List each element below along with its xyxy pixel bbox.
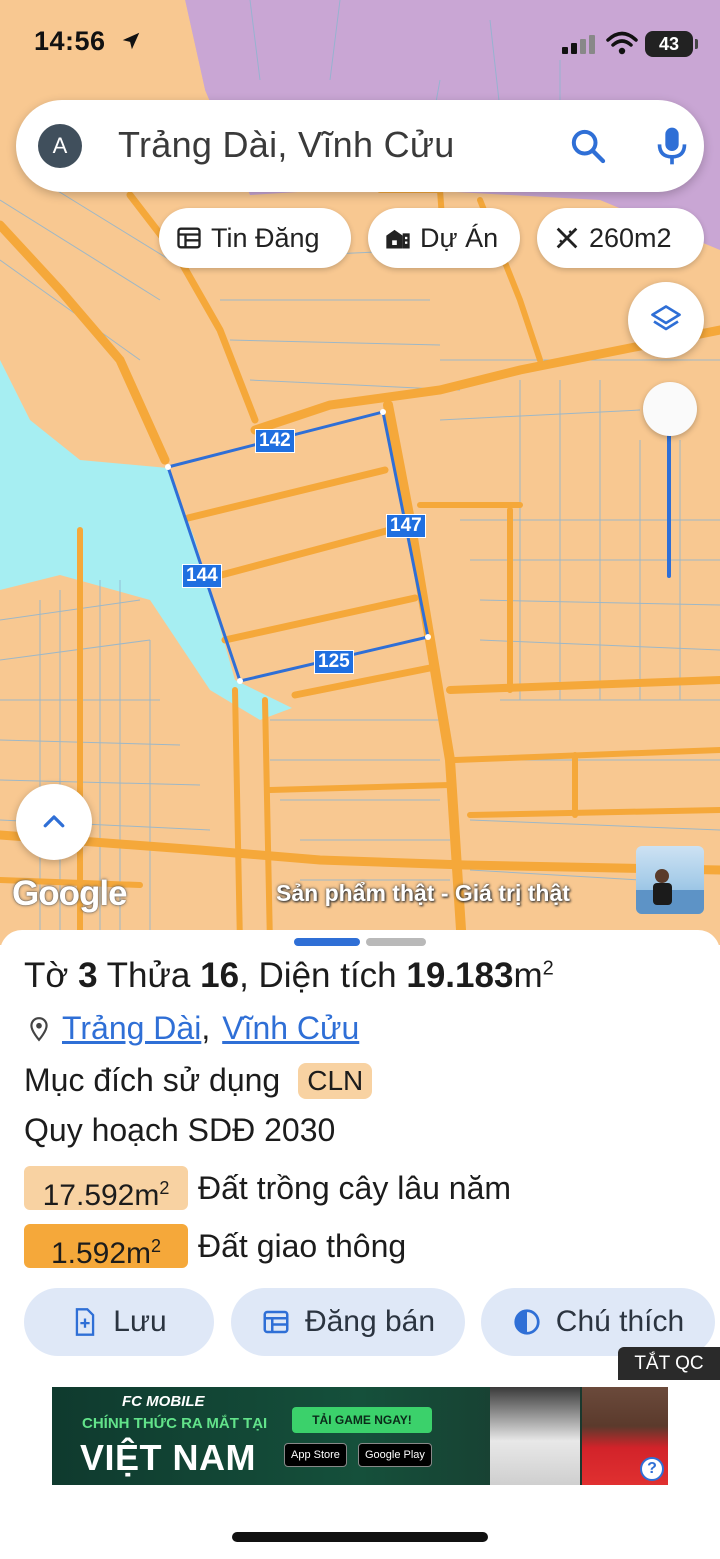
area-value: 19.183 <box>406 956 514 995</box>
ad-title: VIỆT NAM <box>80 1437 257 1478</box>
chip-projects[interactable]: Dự Án <box>368 208 520 268</box>
project-icon <box>386 229 410 249</box>
status-time: 14:56 <box>34 26 106 56</box>
zone-area-badge: 17.592m2 <box>24 1166 188 1212</box>
person-photo-icon <box>636 869 704 914</box>
google-play-badge[interactable]: Google Play <box>358 1443 432 1467</box>
zone-label: Đất giao thông <box>198 1227 407 1264</box>
listing-icon <box>263 1310 289 1334</box>
ad-player-image <box>490 1387 580 1485</box>
layers-icon <box>651 305 681 331</box>
post-for-sale-button[interactable]: Đăng bán <box>231 1288 465 1356</box>
add-file-icon <box>76 1308 95 1336</box>
close-ad-button[interactable]: TẮT QC <box>618 1347 720 1380</box>
listing-icon <box>177 227 201 249</box>
purpose-label: Mục đích sử dụng <box>24 1062 281 1098</box>
location-separator: , <box>201 1010 211 1046</box>
ad-brand: FC MOBILE <box>122 1393 205 1410</box>
legend-button-label: Chú thích <box>555 1305 685 1338</box>
ad-headline: CHÍNH THỨC RA MẮT TẠI <box>82 1415 268 1432</box>
measure-icon <box>556 227 578 249</box>
app-store-badge[interactable]: App Store <box>284 1443 347 1467</box>
plot-number: 16 <box>200 956 240 995</box>
zone-area-badge: 1.592m2 <box>24 1224 188 1270</box>
home-indicator[interactable] <box>232 1532 488 1542</box>
land-use-purpose: Mục đích sử dụng CLN <box>24 1062 373 1099</box>
area-prefix: , Diện tích <box>239 956 397 995</box>
edge-length-right: 147 <box>386 514 426 538</box>
chip-measure-label: 260m2 <box>589 222 672 253</box>
cellular-signal-icon <box>562 35 595 54</box>
search-button[interactable] <box>568 126 608 166</box>
district-link[interactable]: Vĩnh Cửu <box>222 1010 359 1047</box>
save-button-label: Lưu <box>113 1305 167 1338</box>
legend-button[interactable]: Chú thích <box>481 1288 715 1356</box>
ad-info-icon[interactable]: ? <box>640 1457 664 1481</box>
ad-banner[interactable]: FC MOBILE CHÍNH THỨC RA MẮT TẠI VIỆT NAM… <box>52 1387 668 1485</box>
parcel-location: Trảng Dài, Vĩnh Cửu <box>26 1010 359 1047</box>
microphone-icon <box>657 127 687 165</box>
chip-listings[interactable]: Tin Đăng <box>159 208 351 268</box>
layers-button[interactable] <box>628 282 704 358</box>
sheet-prefix: Tờ <box>24 956 69 995</box>
post-for-sale-label: Đăng bán <box>304 1305 436 1338</box>
edge-length-top: 142 <box>255 429 295 453</box>
battery-indicator: 43 <box>645 31 698 57</box>
chip-listings-label: Tin Đăng <box>211 222 320 253</box>
zone-row-perennial: 17.592m2 Đất trồng cây lâu năm <box>24 1166 512 1212</box>
zone-label: Đất trồng cây lâu năm <box>198 1169 512 1206</box>
area-unit: m <box>513 956 543 995</box>
area-unit-sup: 2 <box>542 957 554 980</box>
location-arrow-icon <box>122 32 140 50</box>
zone-area-value: 1.592m <box>50 1237 152 1270</box>
chevron-up-icon <box>43 815 65 828</box>
zone-area-sup: 2 <box>159 1178 170 1198</box>
chip-measure[interactable]: 260m2 <box>537 208 704 268</box>
zoom-slider-knob[interactable] <box>643 382 697 436</box>
edge-length-left: 144 <box>182 564 222 588</box>
zone-area-sup: 2 <box>151 1236 162 1256</box>
plot-prefix: Thửa <box>106 956 191 995</box>
expand-sheet-button[interactable] <box>16 784 92 860</box>
wifi-icon <box>606 31 638 55</box>
save-button[interactable]: Lưu <box>24 1288 214 1356</box>
search-query[interactable]: Trảng Dài, Vĩnh Cửu <box>118 124 455 166</box>
zone-row-traffic: 1.592m2 Đất giao thông <box>24 1224 407 1270</box>
search-icon <box>571 129 606 164</box>
contrast-icon <box>514 1309 540 1335</box>
sheet-page-indicator[interactable] <box>366 938 426 946</box>
google-logo: Google <box>12 874 128 913</box>
voice-search-button[interactable] <box>652 124 692 168</box>
parcel-title: Tờ 3 Thửa 16, Diện tích 19.183m2 <box>24 956 554 996</box>
edge-length-bottom: 125 <box>314 650 354 674</box>
land-use-plan-label: Quy hoạch SDĐ 2030 <box>24 1112 336 1148</box>
sheet-page-indicator-active[interactable] <box>294 938 360 946</box>
ward-link[interactable]: Trảng Dài <box>62 1010 201 1047</box>
ad-cta-button[interactable]: TẢI GAME NGAY! <box>292 1407 432 1433</box>
avatar[interactable]: A <box>38 124 82 168</box>
chip-projects-label: Dự Án <box>420 222 499 253</box>
status-bar: 14:56 43 <box>0 0 720 90</box>
purpose-code-badge: CLN <box>298 1062 373 1099</box>
search-bar[interactable]: A Trảng Dài, Vĩnh Cửu <box>16 100 704 192</box>
map-tagline: Sản phẩm thật - Giá trị thật <box>276 880 570 906</box>
promo-thumbnail[interactable] <box>636 846 704 914</box>
zone-area-value: 17.592m <box>42 1179 160 1212</box>
sheet-number: 3 <box>78 956 98 995</box>
location-pin-icon <box>30 1016 48 1041</box>
